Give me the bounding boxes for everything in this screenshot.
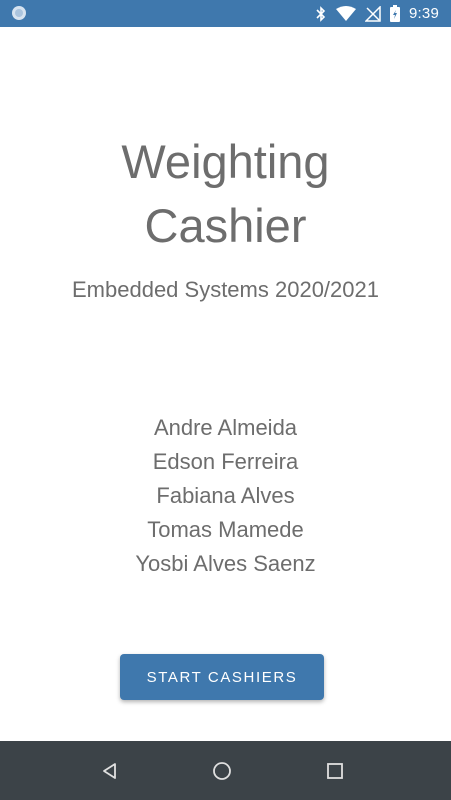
author-name: Andre Almeida — [153, 415, 298, 440]
author-name: Yosbi Alves Saenz — [135, 551, 316, 576]
status-icons: 9:39 — [315, 0, 439, 27]
battery-icon — [390, 5, 400, 22]
subtitle: Embedded Systems 2020/2021 — [72, 277, 379, 302]
main-content: Weighting Cashier Embedded Systems 2020/… — [0, 27, 451, 741]
no-signal-icon — [365, 5, 381, 22]
author-name: Edson Ferreira — [152, 449, 299, 474]
page-title: Weighting Cashier — [0, 130, 451, 258]
app-screen: 9:39 Weighting Cashier Embedded Systems … — [0, 0, 451, 800]
title-line-1: Weighting — [121, 135, 330, 188]
title-line-2: Cashier — [144, 199, 307, 252]
app-notification-icon — [11, 5, 27, 21]
author-name: Fabiana Alves — [156, 483, 295, 508]
clock: 9:39 — [409, 5, 439, 22]
authors-list: Andre Almeida Edson Ferreira Fabiana Alv… — [0, 411, 451, 581]
back-icon[interactable] — [96, 757, 124, 785]
bluetooth-icon — [315, 5, 327, 22]
wifi-icon — [336, 5, 356, 22]
home-icon[interactable] — [208, 757, 236, 785]
navigation-bar — [0, 741, 451, 800]
status-bar: 9:39 — [0, 0, 451, 27]
author-name: Tomas Mamede — [147, 517, 304, 542]
start-cashiers-button[interactable]: START CASHIERS — [120, 654, 324, 700]
recents-icon[interactable] — [321, 757, 349, 785]
